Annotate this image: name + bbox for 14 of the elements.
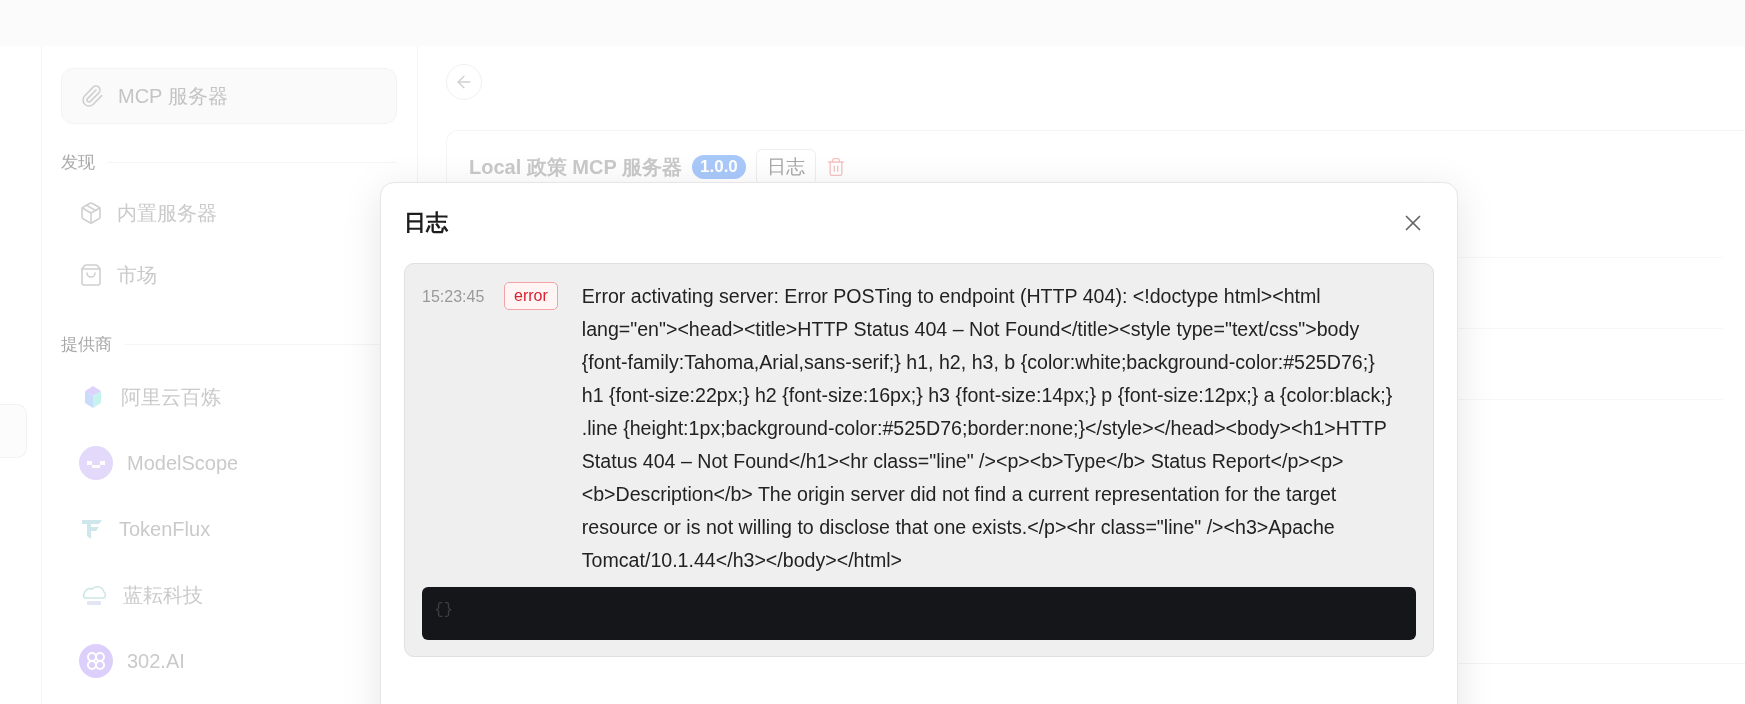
section-heading: 发现 — [61, 151, 95, 174]
dialog-title: 日志 — [404, 209, 448, 237]
flower-logo-icon — [79, 644, 113, 678]
round-logo-icon — [79, 446, 113, 480]
shopping-bag-icon — [79, 263, 103, 287]
cube-icon — [79, 201, 103, 225]
paperclip-icon — [80, 84, 104, 108]
code-block: {} — [422, 587, 1416, 640]
section-heading: 提供商 — [61, 333, 112, 356]
level-badge: error — [504, 282, 558, 310]
log-message: Error activating server: Error POSTing to endpoint (HTTP 404): <!doctype html><html lang="en"><head><title>HTTP Status 404 – Not Found</title><style type="text/css">body {font-family:Tahoma,Arial,sans-serif;} h1, h2, h3, b {color:white;background-color:#525D76;} h1 {font-size:22px;} h2 {font-size:16px;} h3 {font-size:14px;} p {font-size:12px;} a {color:black;} .line {height:1px;background-color:#525D76;border:none;}</style></head><body><h1>HTTP Status 404 – Not Found</h1><hr class="line" /><p><b>Type</b> Status Report</p><p><b>Description</b> The origin server did not find a current representation for the target resource or is not willing to disclose that one exists.</p><hr class="line" /><h3>Apache Tomcat/10.1.44</h3></body></html> — [581, 284, 1394, 573]
version-badge: 1.0.0 — [692, 155, 746, 179]
trash-icon[interactable] — [825, 157, 846, 177]
log-time: 15:23:45 — [422, 287, 486, 306]
